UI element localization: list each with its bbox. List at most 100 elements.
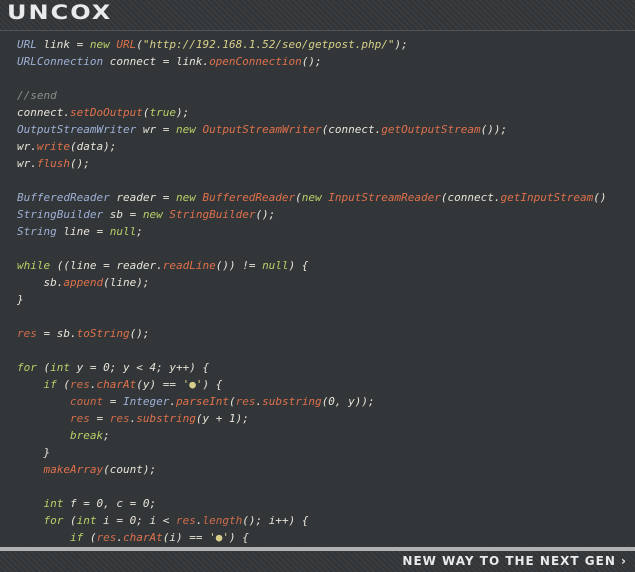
code-line: for (int y = 0; y < 4; y++) { [17, 359, 606, 376]
code-token: } [17, 446, 51, 459]
code-token: OutputStreamWriter [202, 123, 322, 136]
code-token: wr. [17, 140, 37, 153]
code-token: (data); [70, 140, 117, 153]
code-line: res = res.substring(y + 1); [17, 410, 606, 427]
code-token: new [89, 38, 110, 51]
code-token: new [301, 191, 322, 204]
code-token: getInputStream [500, 191, 594, 204]
code-token: count [69, 395, 104, 408]
code-token: ( [83, 531, 97, 544]
footer-tagline-link[interactable]: NEW WAY TO THE NEXT GEN › [402, 554, 627, 568]
code-token: (y + 1); [195, 412, 249, 425]
code-token: new [142, 208, 163, 221]
code-token: InputStreamReader [328, 191, 441, 204]
brand-logo[interactable]: UNCOX [7, 1, 112, 24]
code-token: for [17, 361, 37, 374]
code-line: count = Integer.parseInt(res.substring(0… [17, 393, 606, 410]
code-token: connect = link. [103, 55, 210, 68]
code-token: (); [255, 208, 276, 221]
code-token: = sb. [36, 327, 77, 340]
code-token: ( [63, 514, 77, 527]
code-token: (y) == [136, 378, 183, 391]
code-token: true [149, 106, 176, 119]
code-token: BufferedReader [202, 191, 296, 204]
code-token: (); [70, 157, 90, 170]
code-token: toString [76, 327, 130, 340]
code-token: sb. [17, 276, 64, 289]
code-token: . [169, 395, 176, 408]
code-token: new [175, 123, 196, 136]
code-line: res = sb.toString(); [17, 325, 606, 342]
code-token: null [109, 225, 137, 238]
code-token: = [103, 395, 123, 408]
code-token: ( [56, 378, 70, 391]
code-token: flush [36, 157, 70, 170]
code-line: wr.write(data); [17, 138, 606, 155]
code-token: '●' [182, 378, 203, 391]
code-token: . [89, 378, 97, 391]
code-token: String [17, 225, 57, 238]
code-token: StringBuilder [17, 208, 104, 221]
window: UNCOX URL link = new URL("http://192.168… [0, 0, 635, 572]
code-token: //send [17, 89, 57, 102]
code-token: ((line = reader. [50, 259, 163, 272]
code-token: res [69, 412, 90, 425]
code-token: substring [136, 412, 196, 425]
code-token: ; [136, 225, 143, 238]
code-token: (); [129, 327, 150, 340]
code-token: . [116, 531, 123, 544]
code-token: (connect. [321, 123, 382, 136]
code-token: res [175, 514, 196, 527]
code-token: i = 0; i < [96, 514, 176, 527]
code-line: } [17, 444, 606, 461]
code-token: (i) == [162, 531, 210, 544]
code-token: makeArray [43, 463, 104, 476]
code-token: StringBuilder [169, 208, 256, 221]
code-token: int [76, 514, 97, 527]
code-token: URL [17, 38, 37, 51]
code-token: ) { [228, 531, 249, 544]
code-token: readLine [162, 259, 216, 272]
footer-bar: NEW WAY TO THE NEXT GEN › [0, 551, 635, 572]
code-token: (); i++) { [242, 514, 309, 527]
code-token: (); [301, 55, 322, 68]
code-token: y = 0; y < 4; y++) { [70, 361, 210, 374]
code-token: sb = [103, 208, 143, 221]
code-token: Integer [122, 395, 170, 408]
code-token: line = [56, 225, 110, 238]
code-token: length [202, 514, 243, 527]
code-panel[interactable]: URL link = new URL("http://192.168.1.52/… [0, 31, 635, 547]
code-token: OutputStreamWriter [17, 123, 137, 136]
code-token: ) { [202, 378, 223, 391]
code-line: } [17, 291, 606, 308]
code-line: URL link = new URL("http://192.168.1.52/… [17, 36, 606, 53]
code-token: if [69, 531, 84, 544]
code-token: ( [295, 191, 302, 204]
code-token: int [43, 497, 64, 510]
code-token: getOutputStream [381, 123, 481, 136]
code-token: res [109, 412, 130, 425]
code-line: while ((line = reader.readLine()) != nul… [17, 257, 606, 274]
code-token: int [50, 361, 70, 374]
code-token: () [593, 191, 607, 204]
code-line: connect.setDoOutput(true); [17, 104, 606, 121]
code-token: write [36, 140, 70, 153]
code-token: ); [175, 106, 190, 119]
code-token: res [17, 327, 37, 340]
code-block: URL link = new URL("http://192.168.1.52/… [17, 36, 606, 546]
code-token: ( [136, 38, 143, 51]
code-token: res [96, 531, 117, 544]
code-token: } [17, 293, 24, 306]
code-token: ( [228, 395, 236, 408]
code-token: "http://192.168.1.52/seo/getpost.php/" [142, 38, 395, 51]
